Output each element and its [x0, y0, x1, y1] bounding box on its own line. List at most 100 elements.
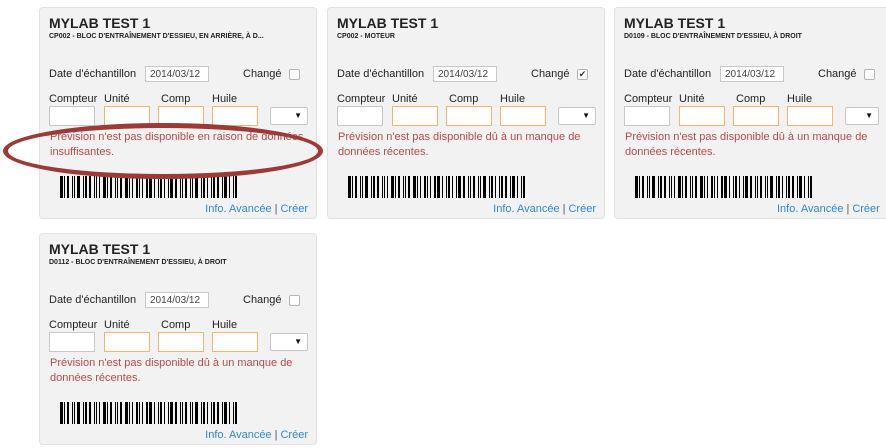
barcode-bar: [395, 176, 396, 198]
barcode-bar: [125, 402, 128, 424]
card-subtitle: CP002 - MOTEUR: [337, 33, 395, 40]
unit-select[interactable]: ▼: [270, 107, 308, 125]
counter-input[interactable]: [624, 106, 670, 126]
barcode-bar: [146, 402, 148, 424]
oil-label: Huile: [500, 93, 526, 105]
sample-date-input[interactable]: 2014/03/12: [433, 66, 497, 82]
barcode-bar: [690, 176, 691, 198]
barcode-bar: [222, 402, 223, 424]
changed-checkbox[interactable]: [864, 69, 875, 80]
sample-date-input[interactable]: 2014/03/12: [720, 66, 784, 82]
oil-input[interactable]: [212, 106, 258, 126]
barcode-bar: [203, 402, 205, 424]
sample-date-label: Date d'échantillon: [624, 68, 712, 80]
unit-select[interactable]: ▼: [558, 107, 596, 125]
barcode-bar: [103, 402, 106, 424]
unit-input[interactable]: [104, 106, 150, 126]
changed-checkbox[interactable]: [289, 295, 300, 306]
barcode-bar: [448, 176, 450, 198]
unit-input[interactable]: [392, 106, 438, 126]
barcode-bar: [478, 176, 479, 198]
barcode-bar: [211, 402, 212, 424]
advanced-info-link[interactable]: Info. Avancée: [777, 203, 843, 215]
oil-input[interactable]: [500, 106, 546, 126]
barcode-bar: [67, 402, 69, 424]
sample-date-label: Date d'échantillon: [49, 68, 137, 80]
comp-input[interactable]: [158, 332, 204, 352]
barcode-bar: [192, 402, 193, 424]
barcode-bar: [510, 176, 511, 198]
counter-input[interactable]: [49, 332, 95, 352]
oil-input[interactable]: [212, 332, 258, 352]
barcode-bar: [384, 176, 385, 198]
oil-label: Huile: [212, 319, 238, 331]
oil-input[interactable]: [787, 106, 833, 126]
barcode-bar: [229, 176, 230, 198]
barcode-bar: [755, 176, 756, 198]
create-link[interactable]: Créer: [568, 203, 596, 215]
barcode-bar: [523, 176, 525, 198]
barcode-bar: [480, 176, 481, 198]
create-link[interactable]: Créer: [280, 429, 308, 441]
barcode-bar: [365, 176, 368, 198]
barcode-bar: [117, 176, 118, 198]
barcode-bar: [89, 402, 91, 424]
barcode-bar: [711, 176, 713, 198]
barcode-bar: [470, 176, 471, 198]
barcode-bar: [721, 176, 723, 198]
barcode-bar: [158, 176, 159, 198]
comp-input[interactable]: [446, 106, 492, 126]
barcode-bar: [233, 176, 234, 198]
barcode-bar: [136, 176, 138, 198]
advanced-info-link[interactable]: Info. Avancée: [205, 429, 271, 441]
barcode-bar: [635, 176, 638, 198]
barcode-bar: [373, 176, 375, 198]
barcode-bar: [99, 402, 100, 424]
create-link[interactable]: Créer: [280, 203, 308, 215]
barcode-bar: [512, 176, 515, 198]
barcode-bar: [649, 176, 650, 198]
changed-checkbox[interactable]: ✔: [577, 69, 588, 80]
sample-date-input[interactable]: 2014/03/12: [145, 66, 209, 82]
barcode-bar: [695, 176, 697, 198]
card-subtitle: D0112 - BLOC D'ENTRAÎNEMENT D'ESSIEU, À …: [49, 259, 227, 266]
barcode-bar: [99, 176, 100, 198]
barcode-image: [635, 176, 814, 198]
barcode-bar: [224, 176, 227, 198]
barcode-bar: [154, 402, 155, 424]
barcode-bar: [142, 402, 143, 424]
barcode-bar: [420, 176, 421, 198]
barcode-bar: [664, 176, 666, 198]
barcode-bar: [182, 176, 183, 198]
unit-select[interactable]: ▼: [270, 333, 308, 351]
barcode-bar: [170, 176, 173, 198]
barcode-bar: [671, 176, 672, 198]
barcode-bar: [120, 402, 122, 424]
barcode-bar: [190, 176, 191, 198]
barcode-bar: [164, 402, 165, 424]
barcode-bar: [765, 176, 766, 198]
unit-label: Unité: [392, 93, 418, 105]
counter-input[interactable]: [49, 106, 95, 126]
counter-input[interactable]: [337, 106, 383, 126]
sample-date-input[interactable]: 2014/03/12: [145, 292, 209, 308]
comp-input[interactable]: [733, 106, 779, 126]
barcode-bar: [700, 176, 703, 198]
comp-input[interactable]: [158, 106, 204, 126]
barcode-bar: [733, 176, 734, 198]
barcode-bar: [745, 176, 748, 198]
create-link[interactable]: Créer: [852, 203, 880, 215]
unit-select[interactable]: ▼: [845, 107, 879, 125]
unit-input[interactable]: [104, 332, 150, 352]
barcode-bar: [201, 176, 202, 198]
advanced-info-link[interactable]: Info. Avancée: [205, 203, 271, 215]
barcode-bar: [154, 176, 155, 198]
barcode-bar: [434, 176, 436, 198]
barcode-bar: [714, 176, 715, 198]
advanced-info-link[interactable]: Info. Avancée: [493, 203, 559, 215]
barcode-bar: [207, 402, 208, 424]
forecast-warning: Prévision n'est pas disponible dû à un m…: [625, 131, 868, 158]
unit-input[interactable]: [679, 106, 725, 126]
changed-checkbox[interactable]: [289, 69, 300, 80]
card-subtitle: CP002 - BLOC D'ENTRAÎNEMENT D'ESSIEU, EN…: [49, 33, 264, 40]
